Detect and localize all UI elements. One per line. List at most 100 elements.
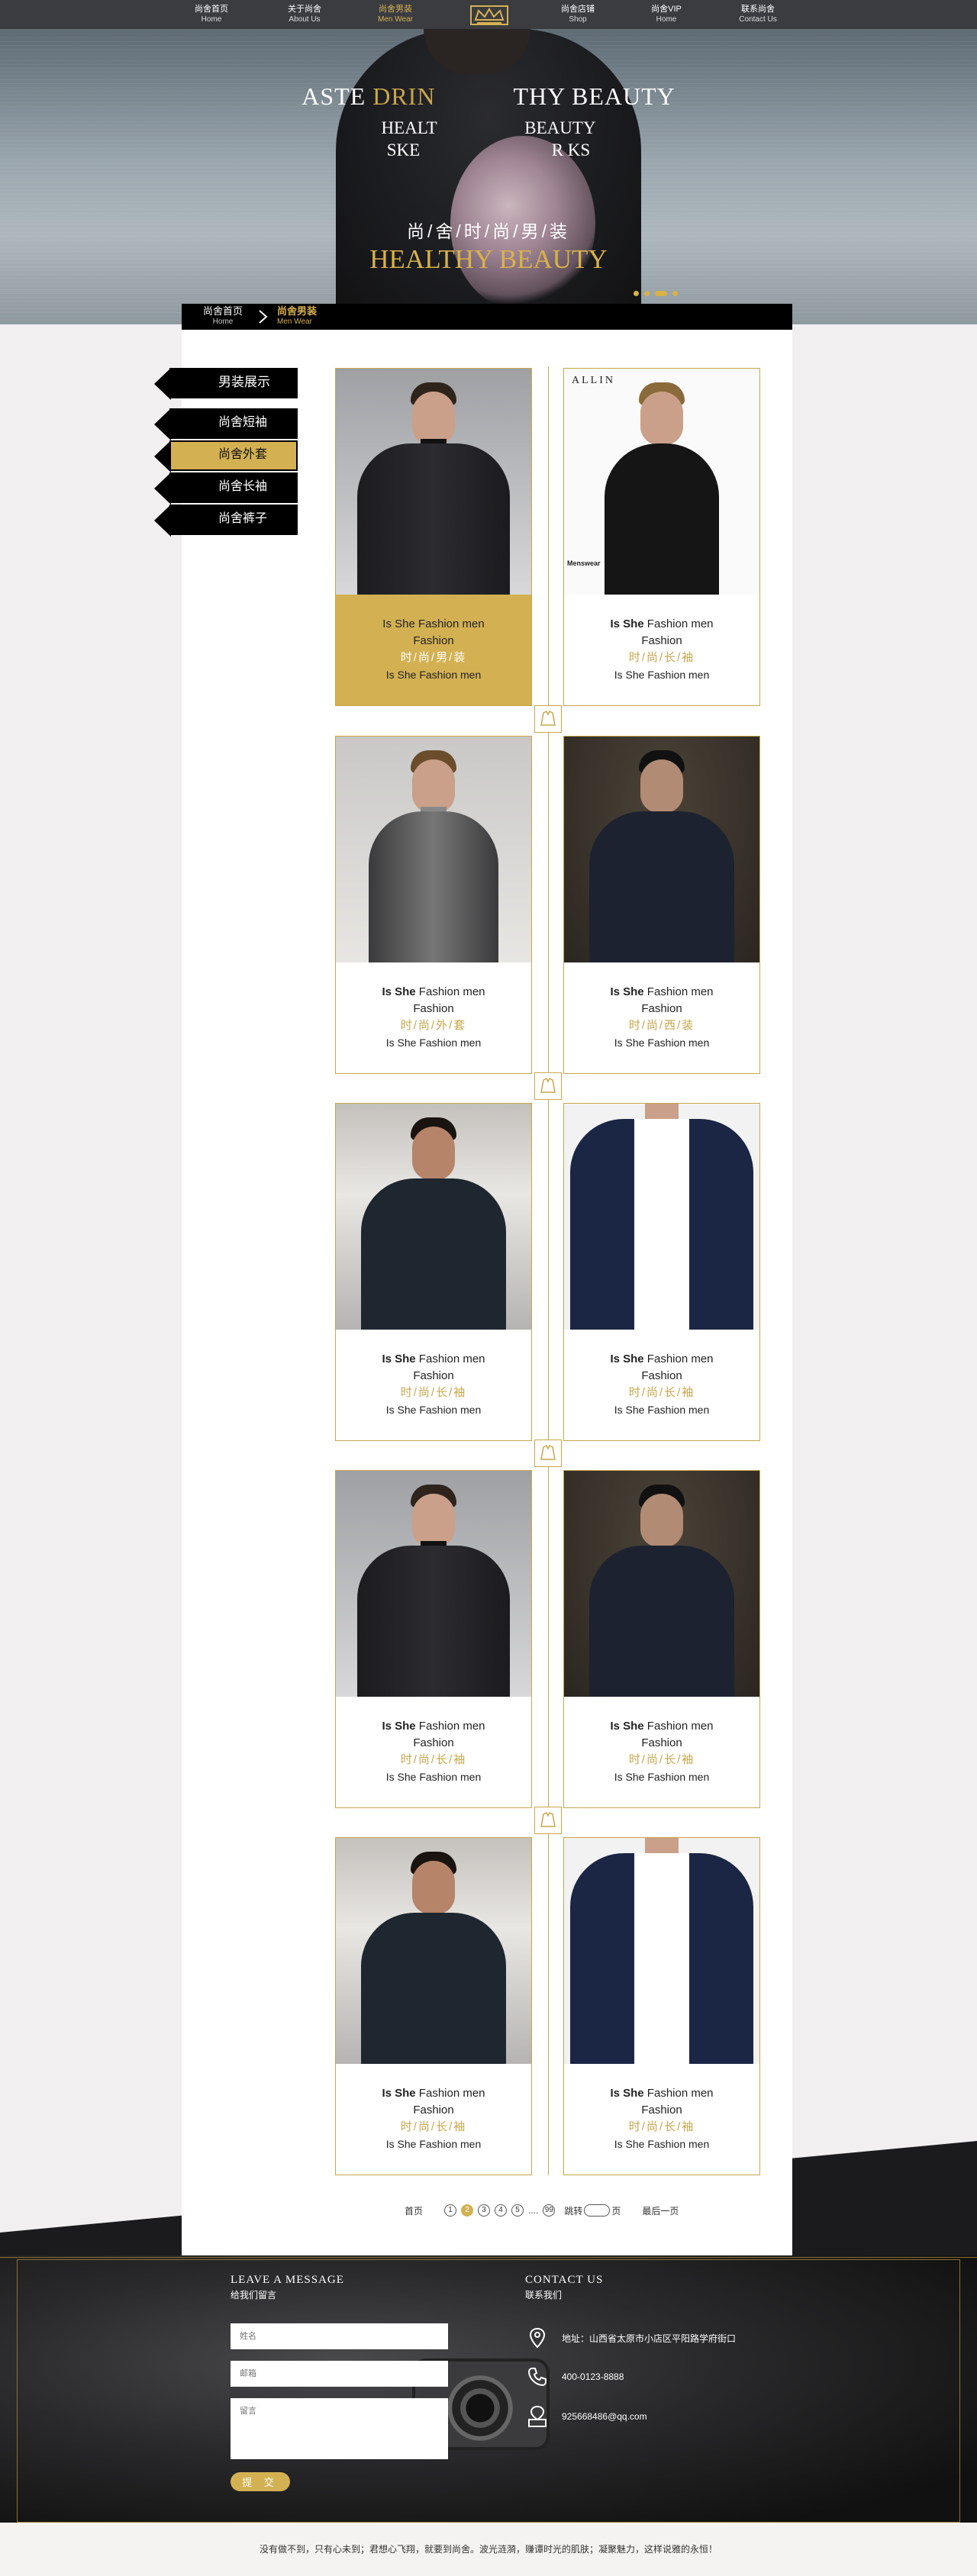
product-subtitle: Fashion xyxy=(641,1369,682,1382)
product-card[interactable]: Is She Fashion men Fashion 时/尚/男/装 Is Sh… xyxy=(335,368,532,706)
model-face xyxy=(412,759,455,813)
jacket-icon xyxy=(540,1077,556,1093)
product-caption: Is She Fashion men xyxy=(385,1771,482,1783)
pagination: 首页 1 2 3 4 5 .... 99 跳转 页 最后一页 xyxy=(405,2203,679,2218)
pagination-page-current[interactable]: 2 xyxy=(461,2204,474,2217)
slider-dot-active[interactable] xyxy=(655,291,667,296)
product-info: Is She Fashion men Fashion 时/尚/长/袖 Is Sh… xyxy=(336,2064,531,2175)
contact-email-text: 925668486@qq.com xyxy=(562,2411,647,2422)
slider-dot[interactable] xyxy=(672,291,678,296)
pagination-page-last[interactable]: 99 xyxy=(543,2204,556,2217)
product-title: Is She Fashion men xyxy=(382,985,485,998)
pagination-page[interactable]: 4 xyxy=(495,2204,508,2217)
hero-title: ASTE DRINxxxxxxTHY BEAUTY xyxy=(0,82,977,111)
hero-subtitle-cn: 尚/舍/时/尚/男/装 xyxy=(407,221,570,241)
nav-shop-sub: Shop xyxy=(569,15,587,24)
product-card[interactable]: Is She Fashion men Fashion 时/尚/长/袖 Is Sh… xyxy=(563,1837,760,2175)
product-title: Is She Fashion men xyxy=(610,985,714,998)
product-subtitle: Fashion xyxy=(413,1002,454,1015)
pagination-jump-label: 跳转 xyxy=(564,2205,583,2217)
name-field[interactable] xyxy=(231,2323,448,2349)
nav-contact[interactable]: 联系尚舍 Contact Us xyxy=(716,5,800,24)
footer-gold-line xyxy=(0,2257,977,2258)
model-face xyxy=(412,1861,455,1914)
product-card[interactable]: Is She Fashion men Fashion 时/尚/长/袖 Is Sh… xyxy=(335,1837,532,2175)
crown-logo-icon[interactable] xyxy=(466,2,512,29)
model-suit xyxy=(589,811,734,962)
product-caption: Is She Fashion men xyxy=(614,669,710,681)
product-photo xyxy=(336,737,531,962)
nav-home-label: 尚舍首页 xyxy=(195,5,228,14)
product-card[interactable]: Is She Fashion men Fashion 时/尚/西/装 Is Sh… xyxy=(563,736,760,1074)
product-info: Is She Fashion men Fashion 时/尚/西/装 Is Sh… xyxy=(564,962,759,1073)
nav-vip[interactable]: 尚舍VIP Home xyxy=(624,5,708,24)
sidebar-item-short-sleeve[interactable]: 尚舍短袖 xyxy=(154,408,298,440)
nav-shop[interactable]: 尚舍店铺 Shop xyxy=(536,5,620,24)
product-card[interactable]: Is She Fashion men Fashion 时/尚/长/袖 Is Sh… xyxy=(335,1103,532,1441)
breadcrumb-home[interactable]: 尚舍首页 Home xyxy=(203,306,243,327)
nav-about[interactable]: 关于尚舍 About Us xyxy=(263,5,347,24)
email-field[interactable] xyxy=(231,2361,448,2387)
product-photo-label: Menswear xyxy=(567,559,601,567)
product-caption: Is She Fashion men xyxy=(614,1771,710,1783)
product-photo xyxy=(564,737,759,962)
submit-button[interactable]: 提 交 xyxy=(231,2472,290,2491)
hero-subtitle-en: HEALTHY BEAUTY xyxy=(369,244,608,274)
product-card[interactable]: Is She Fashion men Fashion 时/尚/外/套 Is Sh… xyxy=(335,736,532,1074)
product-caption: Is She Fashion men xyxy=(385,2138,482,2150)
nav-contact-label: 联系尚舍 xyxy=(741,5,775,14)
nav-about-label: 关于尚舍 xyxy=(288,5,321,14)
contact-phone-text: 400-0123-8888 xyxy=(562,2371,624,2382)
pagination-page[interactable]: 3 xyxy=(478,2204,491,2217)
sidebar-item-showcase[interactable]: 男装展示 xyxy=(154,368,298,400)
slider-dot[interactable] xyxy=(644,291,650,296)
product-info: Is She Fashion men Fashion 时/尚/长/袖 Is Sh… xyxy=(336,1330,531,1440)
nav-home-sub: Home xyxy=(201,15,222,24)
product-subtitle: Fashion xyxy=(413,1369,454,1382)
model-sweater xyxy=(361,1913,506,2064)
pagination-first[interactable]: 首页 xyxy=(405,2204,423,2217)
model-sweater xyxy=(361,1178,506,1330)
pagination-page[interactable]: 1 xyxy=(444,2204,457,2217)
pagination-last[interactable]: 最后一页 xyxy=(642,2204,679,2217)
product-photo xyxy=(336,1838,531,2064)
product-caption: Is She Fashion men xyxy=(614,1037,710,1049)
product-info: Is She Fashion men Fashion 时/尚/长/袖 Is Sh… xyxy=(564,595,759,705)
pagination-jump-input[interactable] xyxy=(584,2204,611,2217)
grid-divider-line xyxy=(548,366,549,2175)
product-card[interactable]: ALLIN Menswear Is She Fashion men Fashio… xyxy=(563,368,760,706)
sidebar-item-jacket[interactable]: 尚舍外套 xyxy=(154,440,298,472)
model-face xyxy=(640,392,683,445)
message-field[interactable] xyxy=(231,2398,448,2459)
product-title: Is She Fashion men xyxy=(382,1720,485,1733)
product-title: Is She Fashion men xyxy=(610,1352,714,1365)
product-category: 时/尚/长/袖 xyxy=(400,1753,467,1766)
hero-title-b: DRIN xyxy=(372,82,436,110)
nav-home[interactable]: 尚舍首页 Home xyxy=(169,5,253,24)
nav-shop-label: 尚舍店铺 xyxy=(561,5,595,14)
nav-menwear[interactable]: 尚舍男装 Men Wear xyxy=(353,5,437,24)
product-card[interactable]: Is She Fashion men Fashion 时/尚/长/袖 Is Sh… xyxy=(563,1470,760,1808)
product-photo: ALLIN Menswear xyxy=(564,369,759,595)
product-info: Is She Fashion men Fashion 时/尚/长/袖 Is Sh… xyxy=(564,1697,759,1807)
hanger-separator xyxy=(534,705,562,733)
nav-menwear-sub: Men Wear xyxy=(378,15,413,24)
slider-dot[interactable] xyxy=(634,291,639,296)
pagination-page[interactable]: 5 xyxy=(511,2204,524,2217)
nav-menwear-label: 尚舍男装 xyxy=(379,5,412,14)
product-caption: Is She Fashion men xyxy=(385,1037,482,1049)
product-photo xyxy=(336,1104,531,1330)
product-category: 时/尚/外/套 xyxy=(400,1019,467,1032)
product-title: Is She Fashion men xyxy=(382,1352,485,1365)
model-face xyxy=(412,1494,455,1547)
jacket-icon xyxy=(540,1444,556,1460)
sidebar-item-trousers[interactable]: 尚舍裤子 xyxy=(154,505,298,537)
product-card[interactable]: Is She Fashion men Fashion 时/尚/长/袖 Is Sh… xyxy=(563,1103,760,1441)
sidebar-item-long-sleeve[interactable]: 尚舍长袖 xyxy=(154,472,298,505)
product-category: 时/尚/长/袖 xyxy=(628,2120,695,2133)
model-blazer xyxy=(369,811,498,962)
model-suit xyxy=(357,1546,510,1697)
product-card[interactable]: Is She Fashion men Fashion 时/尚/长/袖 Is Sh… xyxy=(335,1470,532,1808)
model-sweater xyxy=(605,443,719,595)
product-category: 时/尚/长/袖 xyxy=(400,2120,467,2133)
